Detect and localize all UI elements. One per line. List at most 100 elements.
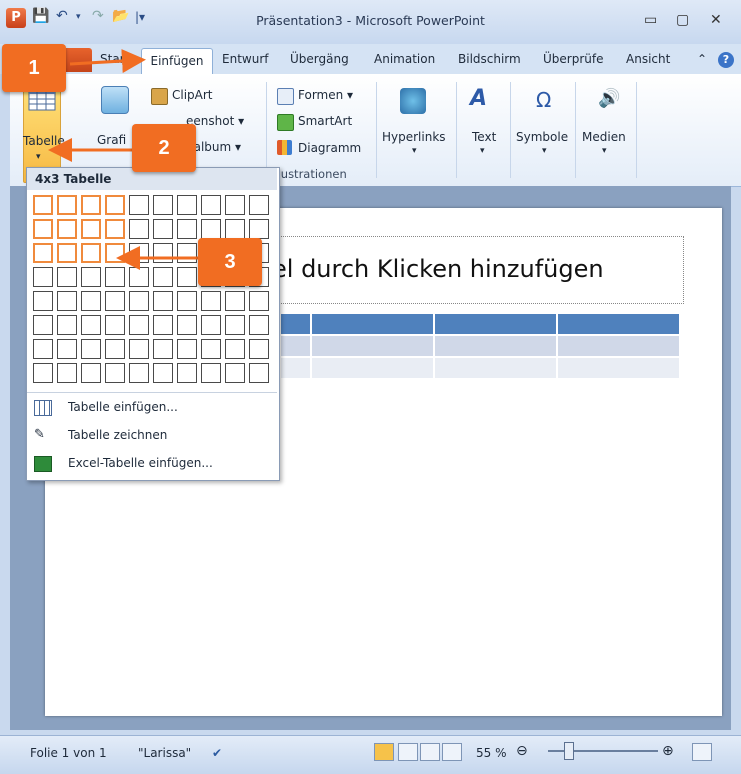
omega-symbol-icon[interactable]: Ω [536,88,551,112]
table-grid-cell[interactable] [225,339,245,359]
table-grid-cell[interactable] [129,267,149,287]
table-grid-cell[interactable] [153,363,173,383]
tab-start[interactable]: Start [100,52,129,66]
table-grid-cell[interactable] [249,291,269,311]
table-grid-cell[interactable] [153,243,173,263]
table-grid-cell[interactable] [81,195,101,215]
table-grid-cell[interactable] [33,243,53,263]
table-grid-cell[interactable] [33,315,53,335]
table-grid-cell[interactable] [57,363,77,383]
table-grid-cell[interactable] [249,195,269,215]
table-grid-cell[interactable] [177,243,197,263]
tab-design[interactable]: Entwurf [222,52,268,66]
table-grid-cell[interactable] [201,291,221,311]
table-grid-cell[interactable] [57,339,77,359]
table-grid-cell[interactable] [177,339,197,359]
table-grid-cell[interactable] [249,339,269,359]
table-grid-cell[interactable] [249,315,269,335]
clipart-button[interactable]: ClipArt [172,88,213,102]
zoom-out-icon[interactable]: ⊖ [516,743,528,759]
table-grid-cell[interactable] [81,363,101,383]
maximize-button[interactable]: ▢ [676,12,689,28]
table-grid-cell[interactable] [57,195,77,215]
table-grid-cell[interactable] [33,339,53,359]
table-grid-cell[interactable] [177,315,197,335]
table-grid-cell[interactable] [201,363,221,383]
speaker-icon[interactable]: 🔊 [598,88,620,109]
table-grid-cell[interactable] [81,219,101,239]
hyperlinks-button[interactable]: Hyperlinks [382,130,446,144]
menu-item-insert-excel-table[interactable]: Excel-Tabelle einfügen... [68,456,213,470]
table-grid-cell[interactable] [225,219,245,239]
picture-icon[interactable] [101,86,129,114]
zoom-in-icon[interactable]: ⊕ [662,743,674,759]
minimize-button[interactable]: ▭ [644,12,657,28]
table-grid-cell[interactable] [129,219,149,239]
tab-file[interactable] [62,48,92,72]
table-grid-cell[interactable] [57,267,77,287]
table-grid-cell[interactable] [153,291,173,311]
reading-view-icon[interactable] [420,743,440,761]
table-grid-cell[interactable] [81,267,101,287]
table-grid-cell[interactable] [201,219,221,239]
table-grid-cell[interactable] [105,195,125,215]
table-grid-cell[interactable] [153,315,173,335]
tab-slideshow[interactable]: Bildschirm [458,52,521,66]
text-icon[interactable]: A [470,86,487,111]
table-grid-cell[interactable] [201,195,221,215]
zoom-slider-thumb[interactable] [564,742,574,760]
table-grid-cell[interactable] [57,219,77,239]
table-grid-cell[interactable] [153,195,173,215]
table-grid-cell[interactable] [81,339,101,359]
table-grid-cell[interactable] [105,315,125,335]
table-grid-cell[interactable] [177,363,197,383]
table-grid-cell[interactable] [129,195,149,215]
table-grid-cell[interactable] [129,243,149,263]
shapes-button[interactable]: Formen ▾ [298,88,353,102]
table-grid-cell[interactable] [153,339,173,359]
table-grid-cell[interactable] [57,243,77,263]
hyperlink-icon[interactable] [400,88,426,114]
table-grid-cell[interactable] [33,291,53,311]
table-grid-cell[interactable] [81,291,101,311]
tab-transitions[interactable]: Übergäng [290,52,349,66]
table-grid-cell[interactable] [201,315,221,335]
normal-view-icon[interactable] [374,743,394,761]
close-button[interactable]: ✕ [710,12,722,28]
table-grid-cell[interactable] [81,315,101,335]
table-grid-cell[interactable] [153,219,173,239]
tab-animations[interactable]: Animation [374,52,435,66]
table-grid-cell[interactable] [33,267,53,287]
chart-button[interactable]: Diagramm [298,141,361,155]
table-grid-cell[interactable] [129,315,149,335]
text-button[interactable]: Text [472,130,496,144]
table-grid-cell[interactable] [177,291,197,311]
tab-view[interactable]: Ansicht [626,52,670,66]
smartart-button[interactable]: SmartArt [298,114,352,128]
tab-insert[interactable]: Einfügen [141,48,213,75]
spellcheck-icon[interactable]: ✔ [212,746,222,760]
table-grid-cell[interactable] [57,315,77,335]
menu-item-draw-table[interactable]: Tabelle zeichnen [68,428,167,442]
table-grid-cell[interactable] [105,339,125,359]
tab-review[interactable]: Überprüfe [543,52,603,66]
table-size-grid[interactable] [33,195,273,387]
table-grid-cell[interactable] [105,291,125,311]
table-grid-cell[interactable] [105,243,125,263]
table-grid-cell[interactable] [33,219,53,239]
table-grid-cell[interactable] [129,363,149,383]
table-grid-cell[interactable] [129,339,149,359]
table-grid-cell[interactable] [249,219,269,239]
table-grid-cell[interactable] [33,363,53,383]
table-grid-cell[interactable] [81,243,101,263]
symbols-button[interactable]: Symbole [516,130,568,144]
slide-sorter-view-icon[interactable] [398,743,418,761]
media-button[interactable]: Medien [582,130,626,144]
table-grid-cell[interactable] [177,219,197,239]
table-grid-cell[interactable] [153,267,173,287]
table-grid-cell[interactable] [201,339,221,359]
table-grid-cell[interactable] [177,267,197,287]
menu-item-insert-table[interactable]: Tabelle einfügen... [68,400,178,414]
table-grid-cell[interactable] [105,363,125,383]
table-grid-cell[interactable] [33,195,53,215]
